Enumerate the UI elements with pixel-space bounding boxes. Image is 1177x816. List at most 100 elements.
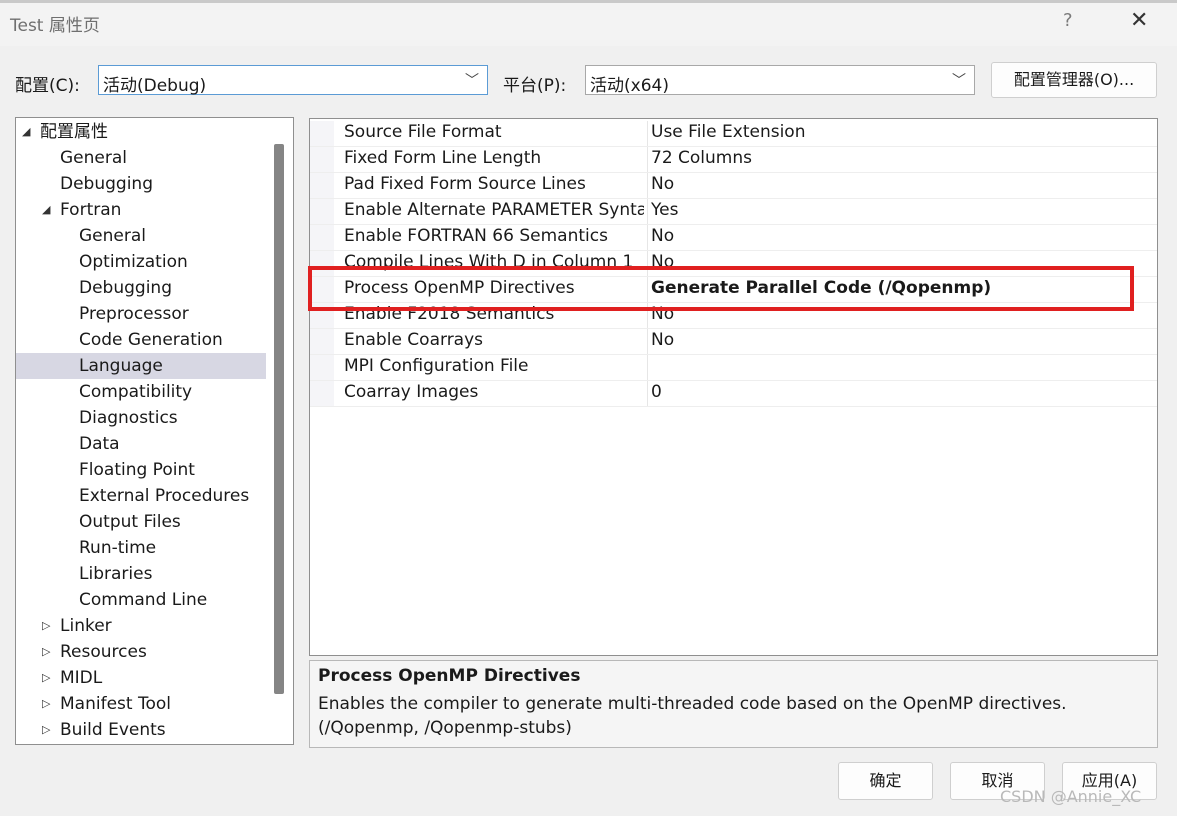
tree-item-label: Compatibility bbox=[79, 382, 193, 402]
tree-item-label: Output Files bbox=[79, 512, 181, 532]
property-name: Enable Coarrays bbox=[344, 330, 484, 350]
tree-item-label: Data bbox=[79, 434, 120, 454]
property-row[interactable]: Source File Format Use File Extension bbox=[310, 121, 1157, 147]
config-dropdown[interactable]: 活动(Debug) ﹀ bbox=[98, 65, 488, 96]
tree-item-label: Fortran bbox=[60, 200, 122, 220]
tree-item-label: Build Events bbox=[60, 720, 166, 740]
column-divider bbox=[647, 381, 648, 406]
tree-item[interactable]: ▷ Resources bbox=[16, 639, 266, 665]
property-value[interactable]: 72 Columns bbox=[651, 148, 752, 168]
column-divider bbox=[647, 173, 648, 198]
column-divider bbox=[647, 355, 648, 380]
property-row[interactable]: Enable Coarrays No bbox=[310, 329, 1157, 355]
tree-item[interactable]: Debugging bbox=[16, 171, 266, 197]
property-row[interactable]: Fixed Form Line Length 72 Columns bbox=[310, 147, 1157, 173]
tree-item-label: Language bbox=[79, 356, 163, 376]
row-gutter bbox=[310, 173, 334, 198]
tree-item-label: Linker bbox=[60, 616, 112, 636]
property-name: Enable FORTRAN 66 Semantics bbox=[344, 226, 608, 246]
ok-button[interactable]: 确定 bbox=[838, 762, 933, 800]
platform-value: 活动(x64) bbox=[590, 76, 669, 96]
tree-item[interactable]: ▷ Build Events bbox=[16, 717, 266, 743]
row-gutter bbox=[310, 225, 334, 250]
platform-dropdown[interactable]: 活动(x64) ﹀ bbox=[585, 65, 975, 96]
tree-item-label: Resources bbox=[60, 642, 147, 662]
tree-item-label: Run-time bbox=[79, 538, 157, 558]
tree-item[interactable]: Diagnostics bbox=[16, 405, 266, 431]
property-name: Pad Fixed Form Source Lines bbox=[344, 174, 586, 194]
property-value[interactable]: Yes bbox=[651, 200, 678, 220]
config-value: 活动(Debug) bbox=[103, 76, 207, 96]
property-value[interactable]: 0 bbox=[651, 382, 662, 402]
expand-arrow-icon[interactable]: ▷ bbox=[42, 639, 50, 665]
chevron-down-icon: ﹀ bbox=[952, 73, 966, 89]
tree-scrollbar[interactable] bbox=[274, 144, 284, 694]
config-manager-button[interactable]: 配置管理器(O)... bbox=[991, 62, 1157, 98]
collapse-arrow-icon[interactable]: ◢ bbox=[22, 119, 30, 145]
collapse-arrow-icon[interactable]: ◢ bbox=[42, 197, 50, 223]
expand-arrow-icon[interactable]: ▷ bbox=[42, 717, 50, 743]
tree-item[interactable]: ◢ 配置属性 bbox=[16, 119, 266, 145]
tree-item[interactable]: ◢ Fortran bbox=[16, 197, 266, 223]
tree-item-label: Debugging bbox=[60, 174, 153, 194]
tree-item-label: Preprocessor bbox=[79, 304, 189, 324]
property-value[interactable]: No bbox=[651, 330, 674, 350]
tree-item[interactable]: Code Generation bbox=[16, 327, 266, 353]
tree-item[interactable]: General bbox=[16, 223, 266, 249]
close-icon[interactable]: ✕ bbox=[1130, 8, 1148, 33]
tree-item-label: General bbox=[79, 226, 146, 246]
tree-item[interactable]: General bbox=[16, 145, 266, 171]
help-button[interactable]: ? bbox=[1063, 10, 1073, 31]
tree-item[interactable]: Preprocessor bbox=[16, 301, 266, 327]
expand-arrow-icon[interactable]: ▷ bbox=[42, 613, 50, 639]
column-divider bbox=[647, 225, 648, 250]
property-row[interactable]: Enable FORTRAN 66 Semantics No bbox=[310, 225, 1157, 251]
tree-item[interactable]: Run-time bbox=[16, 535, 266, 561]
tree-item[interactable]: Libraries bbox=[16, 561, 266, 587]
column-divider bbox=[647, 329, 648, 354]
tree-item-label: Optimization bbox=[79, 252, 188, 272]
property-name: Source File Format bbox=[344, 122, 502, 142]
property-name: Coarray Images bbox=[344, 382, 479, 402]
description-panel: Process OpenMP Directives Enables the co… bbox=[309, 660, 1158, 748]
tree-item-label: Libraries bbox=[79, 564, 153, 584]
tree-item[interactable]: ▷ MIDL bbox=[16, 665, 266, 691]
window-title: Test 属性页 bbox=[10, 16, 100, 36]
tree-item[interactable]: Optimization bbox=[16, 249, 266, 275]
watermark: CSDN @Annie_XC bbox=[1000, 787, 1142, 806]
row-gutter bbox=[310, 199, 334, 224]
property-row[interactable]: Enable Alternate PARAMETER Syntax Yes bbox=[310, 199, 1157, 225]
property-value[interactable]: No bbox=[651, 174, 674, 194]
tree-item[interactable]: Language bbox=[16, 353, 266, 379]
tree-item[interactable]: Debugging bbox=[16, 275, 266, 301]
tree-item[interactable]: Command Line bbox=[16, 587, 266, 613]
tree-item[interactable]: Floating Point bbox=[16, 457, 266, 483]
property-value[interactable]: No bbox=[651, 226, 674, 246]
property-name: Enable Alternate PARAMETER Syntax bbox=[344, 200, 644, 220]
property-value[interactable]: Use File Extension bbox=[651, 122, 805, 142]
tree-item[interactable]: Compatibility bbox=[16, 379, 266, 405]
row-gutter bbox=[310, 381, 334, 406]
property-tree[interactable]: ◢ 配置属性 General Debugging ◢ Fortran General Opti… bbox=[15, 117, 294, 745]
tree-item[interactable]: Output Files bbox=[16, 509, 266, 535]
property-row[interactable]: MPI Configuration File bbox=[310, 355, 1157, 381]
column-divider bbox=[647, 199, 648, 224]
row-gutter bbox=[310, 355, 334, 380]
tree-item-label: MIDL bbox=[60, 668, 103, 688]
expand-arrow-icon[interactable]: ▷ bbox=[42, 665, 50, 691]
column-divider bbox=[647, 121, 648, 146]
tree-item[interactable]: External Procedures bbox=[16, 483, 266, 509]
highlight-annotation bbox=[308, 266, 1134, 311]
expand-arrow-icon[interactable]: ▷ bbox=[42, 691, 50, 717]
row-gutter bbox=[310, 329, 334, 354]
property-name: Fixed Form Line Length bbox=[344, 148, 542, 168]
description-body: Enables the compiler to generate multi-t… bbox=[318, 694, 1067, 738]
tree-item[interactable]: ▷ Linker bbox=[16, 613, 266, 639]
property-row[interactable]: Coarray Images 0 bbox=[310, 381, 1157, 407]
tree-item[interactable]: ▷ Manifest Tool bbox=[16, 691, 266, 717]
tree-item[interactable]: Data bbox=[16, 431, 266, 457]
config-label: 配置(C): bbox=[15, 76, 80, 96]
property-grid[interactable]: Source File Format Use File Extension Fixe… bbox=[309, 118, 1158, 656]
column-divider bbox=[647, 147, 648, 172]
property-row[interactable]: Pad Fixed Form Source Lines No bbox=[310, 173, 1157, 199]
